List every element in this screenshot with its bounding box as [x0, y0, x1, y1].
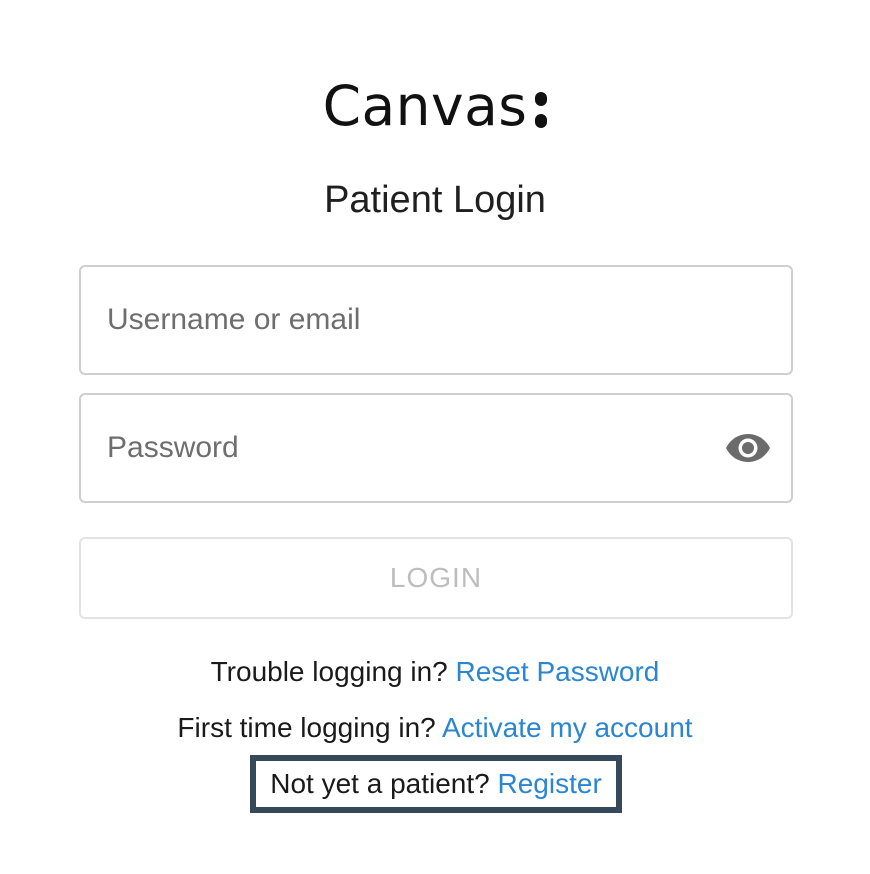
logo-dot-top	[535, 92, 548, 106]
logo-colon-mark	[535, 92, 548, 128]
login-button[interactable]: LOGIN	[79, 537, 793, 619]
canvas-logo: Canvas	[0, 76, 870, 136]
first-time-line: First time logging in? Activate my accou…	[0, 710, 870, 746]
not-patient-text: Not yet a patient?	[270, 768, 490, 799]
login-page: Canvas Patient Login LOGIN Trouble loggi…	[0, 0, 870, 874]
username-input[interactable]	[107, 267, 707, 373]
eye-icon[interactable]	[725, 432, 771, 464]
password-field[interactable]	[79, 393, 793, 503]
logo-dot-bottom	[535, 114, 548, 128]
first-time-text: First time logging in?	[177, 712, 436, 743]
password-input[interactable]	[107, 395, 707, 501]
register-line: Not yet a patient? Register	[250, 755, 622, 813]
logo-wordmark: Canvas	[322, 73, 548, 138]
page-title: Patient Login	[324, 179, 546, 221]
trouble-logging-in-line: Trouble logging in? Reset Password	[0, 654, 870, 690]
logo-text: Canvas	[322, 73, 528, 138]
reset-password-link[interactable]: Reset Password	[456, 656, 660, 687]
eye-icon-svg	[726, 434, 770, 462]
activate-account-link[interactable]: Activate my account	[442, 712, 693, 743]
register-link[interactable]: Register	[498, 768, 602, 800]
username-field[interactable]	[79, 265, 793, 375]
trouble-text: Trouble logging in?	[210, 656, 448, 687]
